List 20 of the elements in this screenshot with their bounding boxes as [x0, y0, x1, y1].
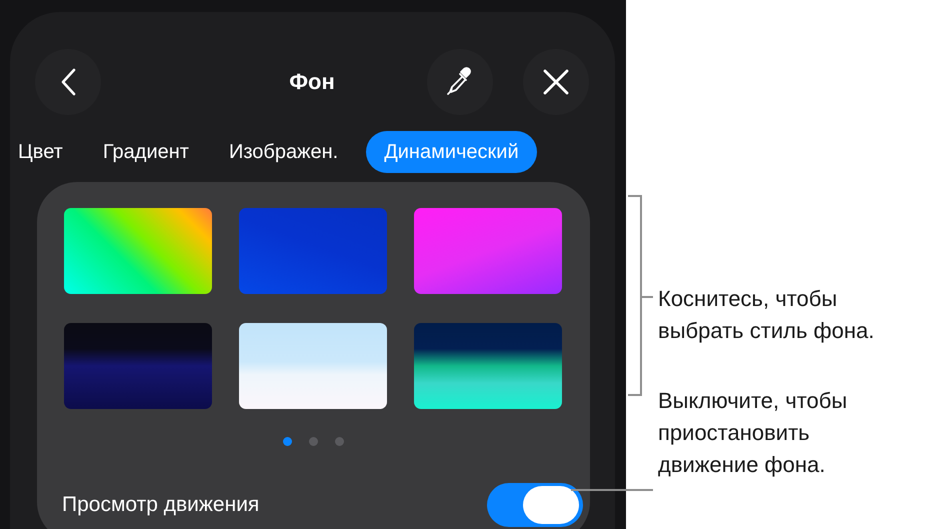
landscape-swatch[interactable] — [414, 323, 562, 409]
tab[interactable]: Изображен. — [210, 131, 356, 173]
gradient-swatch[interactable] — [239, 208, 387, 294]
tab[interactable]: Градиент — [84, 131, 207, 173]
landscape-swatch[interactable] — [64, 323, 212, 409]
landscape-swatch[interactable] — [239, 323, 387, 409]
page-dot[interactable] — [309, 437, 318, 446]
tab[interactable]: Динамический — [366, 131, 537, 173]
gradient-swatch[interactable] — [64, 208, 212, 294]
motion-label: Просмотр движения — [62, 493, 260, 517]
page-dot[interactable] — [335, 437, 344, 446]
motion-toggle[interactable] — [487, 483, 583, 527]
gradient-swatch[interactable] — [414, 208, 562, 294]
page-dot[interactable] — [283, 437, 292, 446]
callout-text: Коснитесь, чтобы выбрать стиль фона. — [658, 285, 874, 345]
panel-title: Фон — [289, 69, 335, 95]
close-icon — [543, 69, 569, 95]
tab[interactable]: Цвет — [0, 131, 81, 173]
back-chevron-icon — [60, 68, 76, 96]
callout-text: Выключите, чтобы приостановить движение фона. — [658, 387, 848, 479]
